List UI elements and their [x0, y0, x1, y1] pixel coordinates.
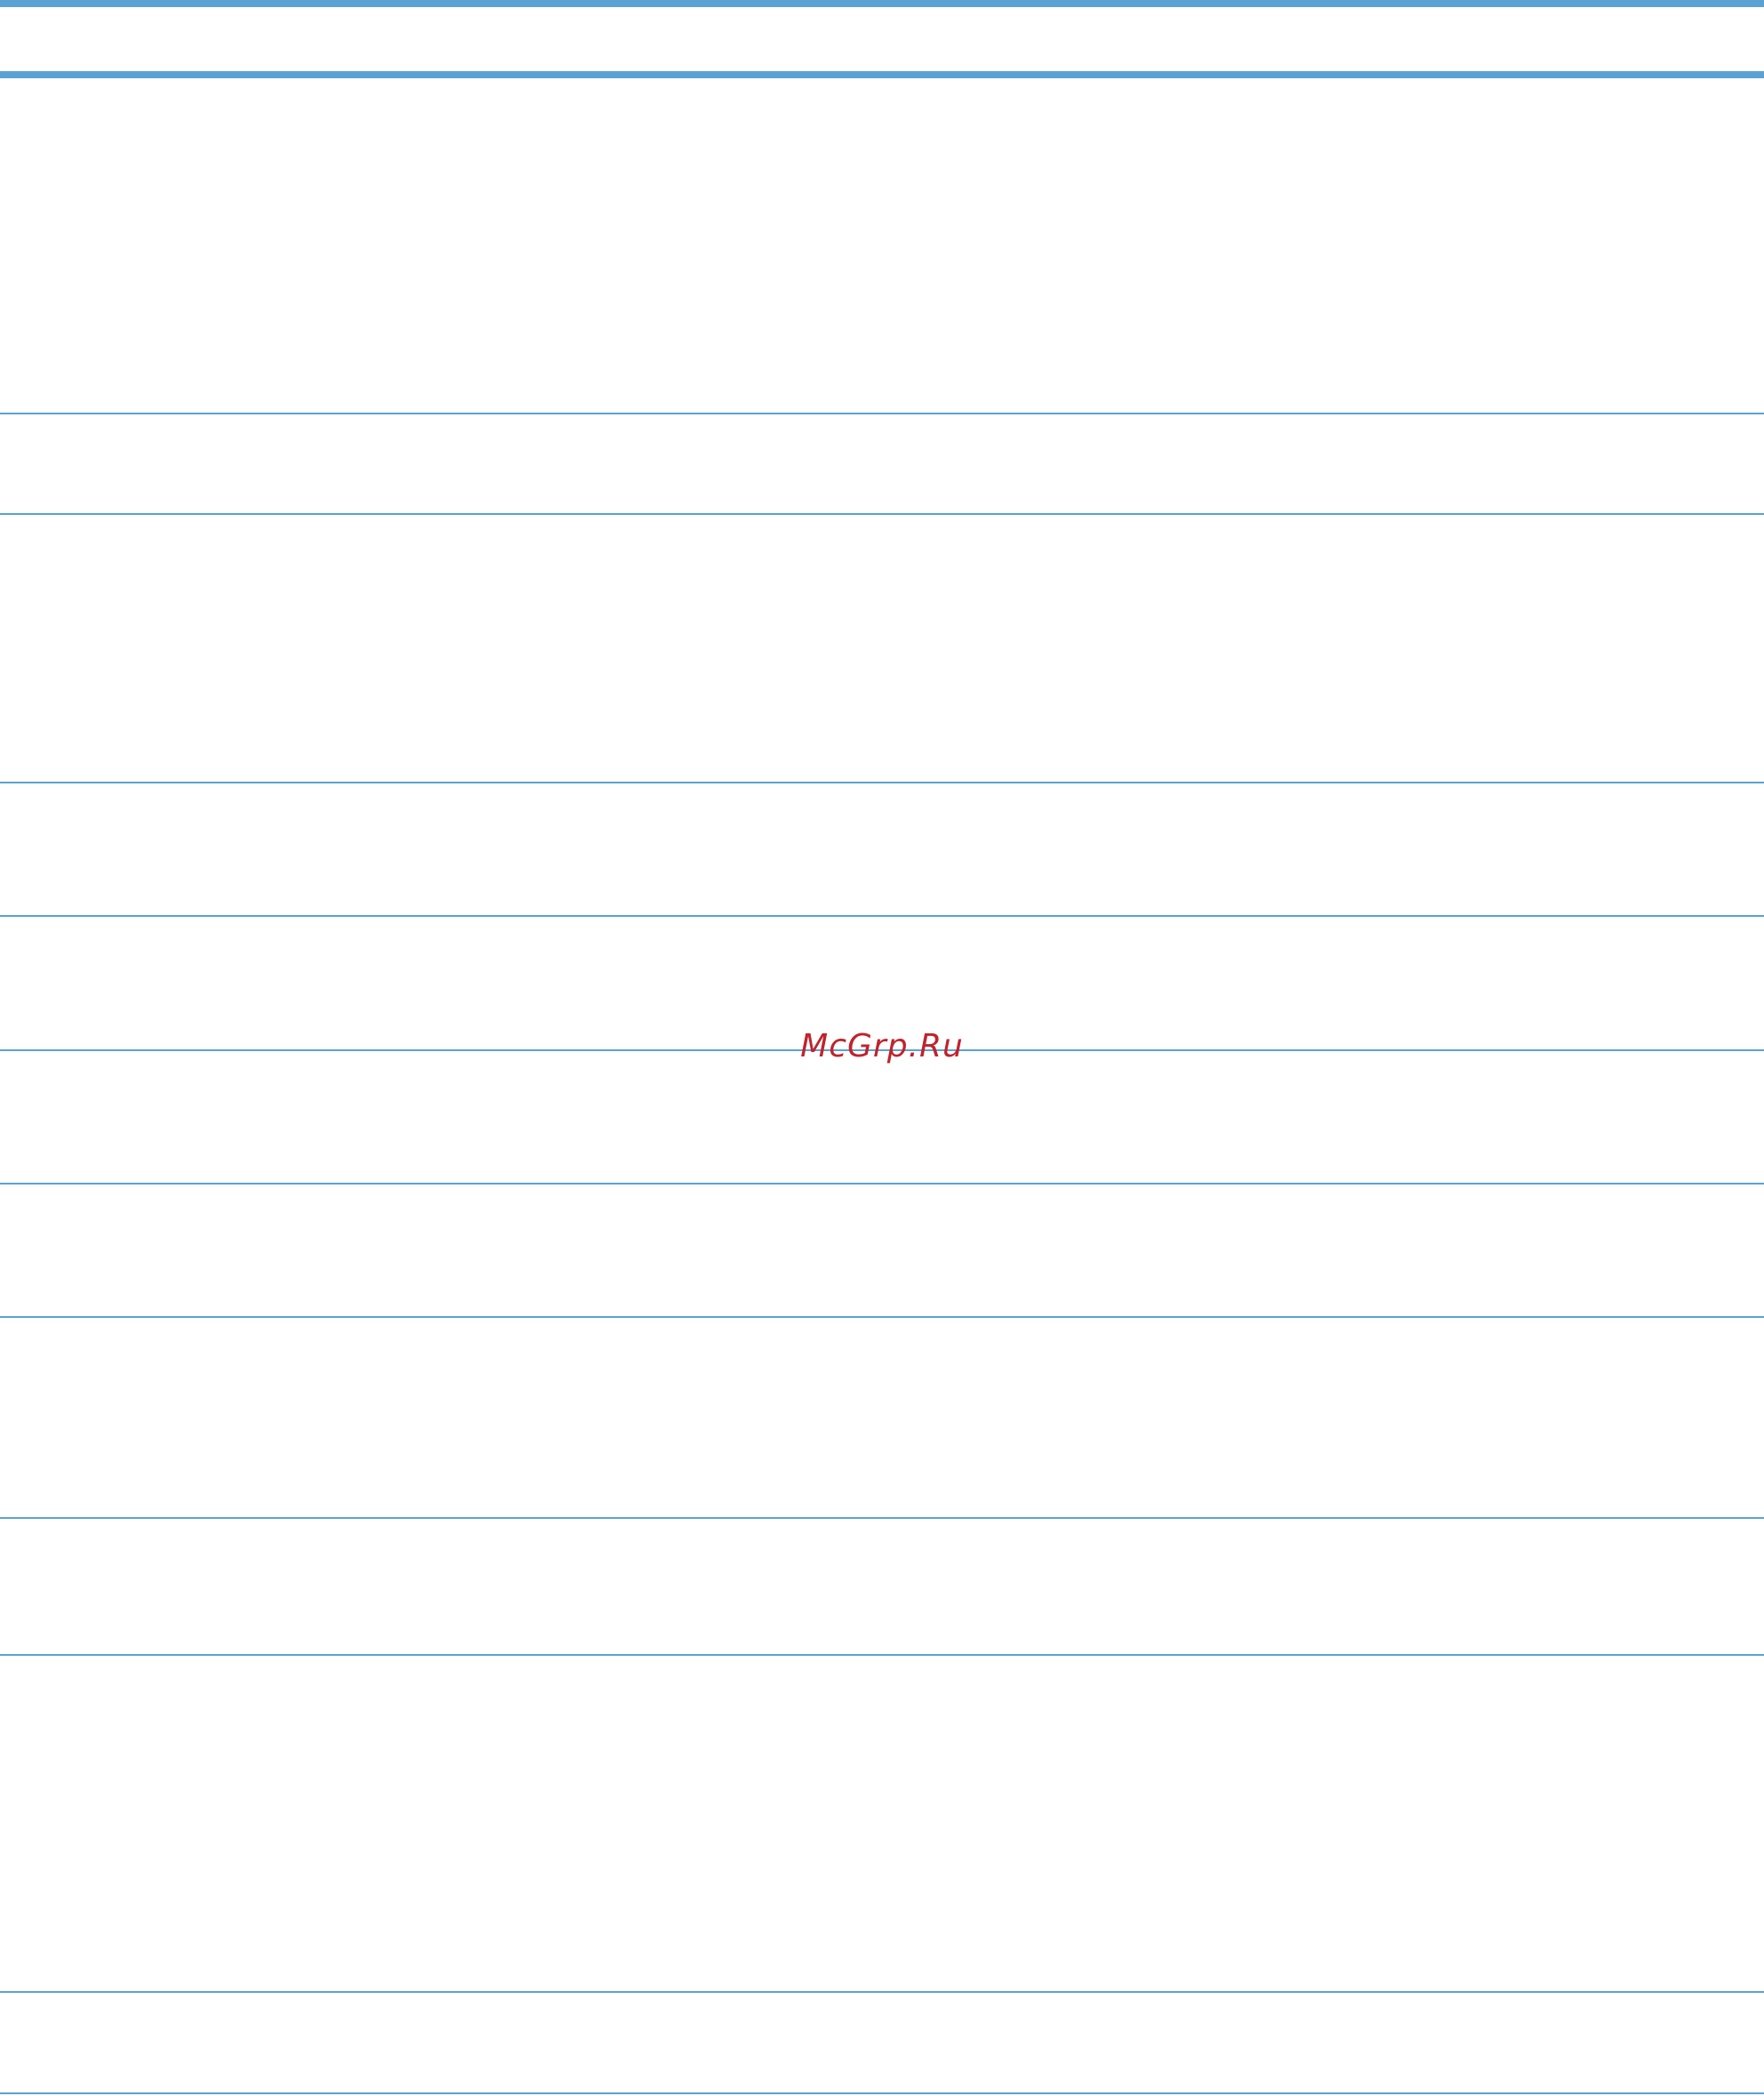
table-row-divider [0, 1316, 1764, 1318]
table-bottom-rule [0, 2092, 1764, 2094]
table-row-divider [0, 413, 1764, 414]
table-row-divider [0, 915, 1764, 917]
table-row-divider [0, 782, 1764, 783]
table-header-rule [0, 71, 1764, 78]
table-row-divider [0, 1517, 1764, 1519]
table-row-divider [0, 1049, 1764, 1051]
table-row-divider [0, 1183, 1764, 1185]
document-page: McGrp.Ru [0, 0, 1764, 2096]
table-top-rule [0, 0, 1764, 7]
table-row-divider [0, 513, 1764, 515]
table-row-divider [0, 1991, 1764, 1993]
table-row-divider [0, 1654, 1764, 1656]
spec-table [0, 0, 1764, 2096]
